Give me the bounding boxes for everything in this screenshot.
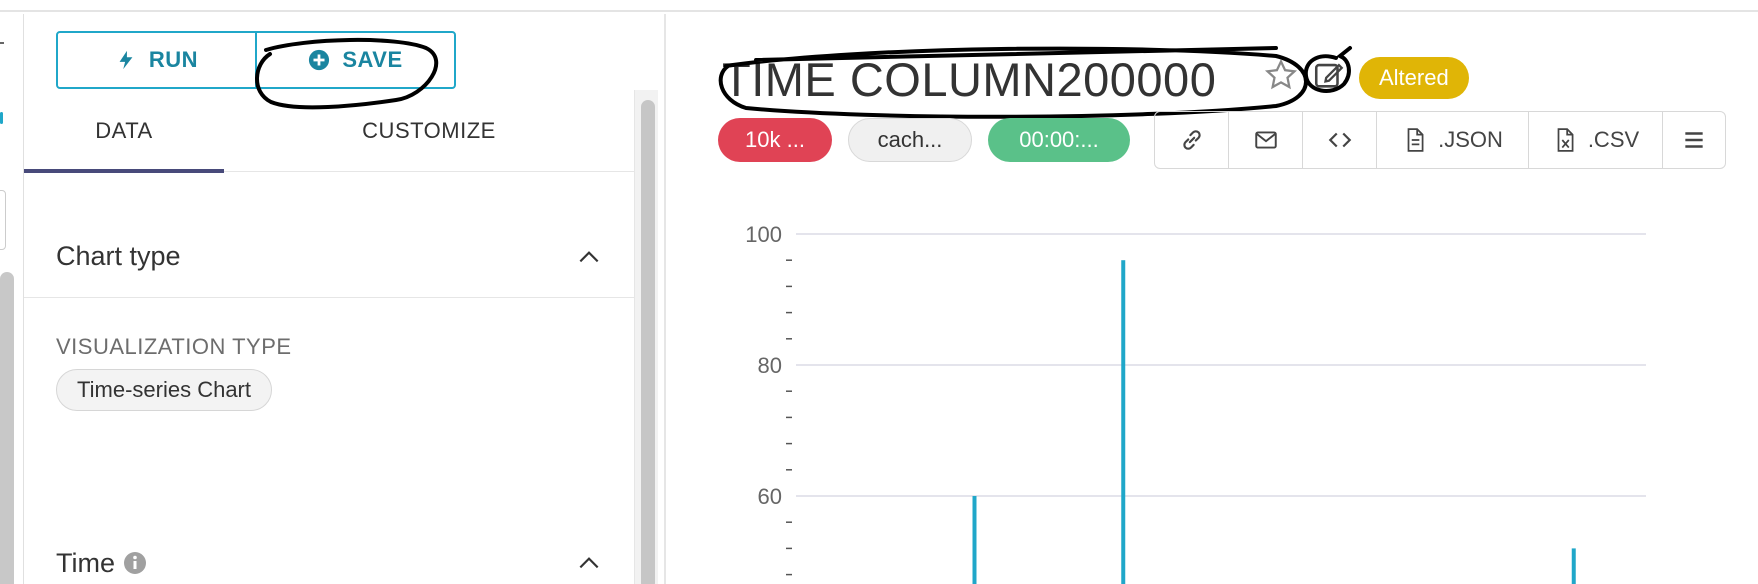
export-csv-label: .CSV bbox=[1587, 127, 1640, 152]
run-button-label: RUN bbox=[148, 47, 199, 72]
embed-code-button[interactable] bbox=[1303, 112, 1377, 168]
export-csv-button[interactable]: .CSV bbox=[1529, 112, 1663, 168]
code-icon bbox=[1328, 132, 1351, 148]
link-icon bbox=[1182, 130, 1201, 150]
bar-0 bbox=[972, 496, 977, 584]
y-tick-label-0: 100 bbox=[745, 222, 782, 247]
row-count-badge: 10k ... bbox=[718, 118, 832, 162]
y-tick-label-1: 80 bbox=[758, 353, 782, 378]
collapsed-datasource-panel bbox=[0, 14, 24, 584]
control-panel: RUN SAVE DATA CUSTOMIZE Chart type VISUA… bbox=[24, 14, 658, 584]
y-tick-label-2: 60 bbox=[758, 484, 782, 509]
bar-2 bbox=[1571, 548, 1576, 584]
more-menu-button[interactable] bbox=[1663, 112, 1725, 168]
section-chart-type-title: Chart type bbox=[56, 241, 181, 271]
info-icon[interactable] bbox=[123, 551, 147, 575]
left-scrollbar[interactable] bbox=[0, 272, 14, 584]
file-excel-icon bbox=[1557, 128, 1574, 152]
star-icon[interactable] bbox=[1264, 58, 1298, 92]
bolt-icon bbox=[119, 50, 133, 70]
share-email-button[interactable] bbox=[1229, 112, 1303, 168]
chevron-up-icon[interactable] bbox=[576, 550, 602, 576]
hamburger-menu-icon bbox=[1685, 132, 1703, 148]
top-border bbox=[0, 0, 1758, 12]
section-time-title: Time bbox=[56, 547, 115, 578]
export-json-button[interactable]: .JSON bbox=[1377, 112, 1529, 168]
visualization-type-selector[interactable]: Time-series Chart bbox=[56, 369, 272, 411]
cache-badge: cach... bbox=[848, 118, 972, 162]
mail-icon bbox=[1254, 131, 1277, 149]
chart-panel: TIME COLUMN200000 Altered 10k ... cach..… bbox=[664, 14, 1758, 584]
file-text-icon bbox=[1407, 128, 1424, 152]
tab-customize[interactable]: CUSTOMIZE bbox=[224, 90, 634, 172]
section-chart-type-header[interactable]: Chart type bbox=[24, 216, 634, 298]
edit-scribble-annotation bbox=[1303, 46, 1352, 93]
query-duration-badge: 00:00:... bbox=[988, 118, 1130, 162]
bar-1 bbox=[1121, 260, 1126, 584]
strip-marker bbox=[0, 42, 4, 44]
export-json-label: .JSON bbox=[1438, 127, 1503, 152]
strip-input-box[interactable] bbox=[0, 190, 6, 250]
altered-badge[interactable]: Altered bbox=[1359, 57, 1469, 99]
panel-tabs: DATA CUSTOMIZE bbox=[24, 90, 634, 173]
section-time-title-wrap: Time bbox=[56, 548, 147, 579]
tab-data[interactable]: DATA bbox=[24, 90, 224, 173]
strip-active-marker bbox=[0, 112, 3, 124]
chart-actions-toolbar: .JSON .CSV bbox=[1154, 111, 1726, 169]
chevron-up-icon[interactable] bbox=[576, 244, 602, 270]
copy-link-button[interactable] bbox=[1155, 112, 1229, 168]
section-time-header[interactable]: Time bbox=[24, 529, 634, 584]
run-button[interactable]: RUN bbox=[58, 33, 255, 87]
visualization-type-label: VISUALIZATION TYPE bbox=[56, 334, 292, 359]
time-series-chart: 100 80 60 bbox=[745, 222, 1646, 584]
panel-scrollbar-thumb[interactable] bbox=[641, 100, 655, 584]
